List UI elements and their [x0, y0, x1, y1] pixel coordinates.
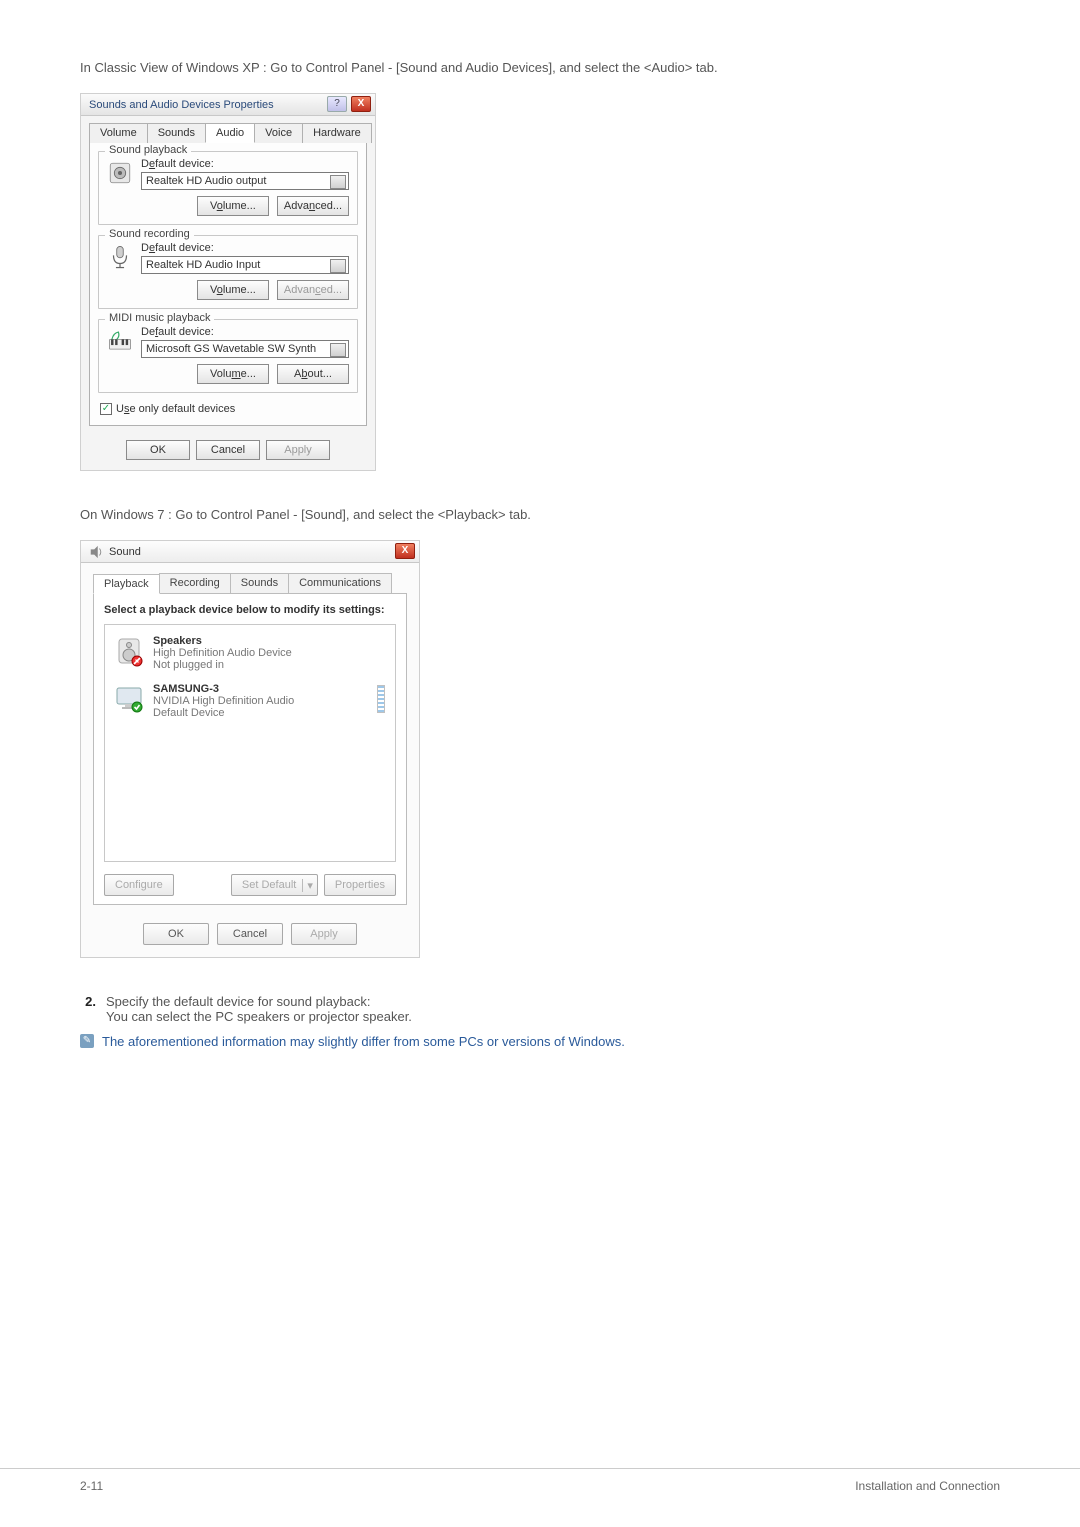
recording-advanced-button: Advanced...: [277, 280, 349, 300]
note-icon: ✎: [80, 1034, 94, 1048]
win7-dialog-titlebar[interactable]: Sound X: [81, 541, 419, 563]
xp-dialog-titlebar[interactable]: Sounds and Audio Devices Properties ? X: [81, 94, 375, 116]
midi-about-button[interactable]: About...: [277, 364, 349, 384]
ok-button[interactable]: OK: [126, 440, 190, 460]
recording-volume-button[interactable]: Volume...: [197, 280, 269, 300]
recording-default-label: Default device:: [141, 242, 349, 254]
midi-device-name: Microsoft GS Wavetable SW Synth: [146, 343, 316, 355]
midi-volume-button[interactable]: Volume...: [197, 364, 269, 384]
xp-dialog-title: Sounds and Audio Devices Properties: [89, 99, 274, 111]
tab-sounds[interactable]: Sounds: [147, 123, 206, 143]
recording-device-name: Realtek HD Audio Input: [146, 259, 260, 271]
playback-volume-button[interactable]: Volume...: [197, 196, 269, 216]
tab-voice[interactable]: Voice: [254, 123, 303, 143]
device-name: Speakers: [153, 635, 292, 647]
intro-win7: On Windows 7 : Go to Control Panel - [So…: [80, 507, 1000, 522]
note-text: The aforementioned information may sligh…: [102, 1034, 625, 1049]
playback-device-list[interactable]: Speakers High Definition Audio Device No…: [104, 624, 396, 862]
group-legend-recording: Sound recording: [105, 228, 194, 240]
section-title: Installation and Connection: [855, 1479, 1000, 1493]
sound-app-icon: [89, 545, 103, 559]
set-default-button: Set Default ▾: [231, 874, 318, 896]
tab-communications[interactable]: Communications: [288, 573, 392, 593]
configure-button: Configure: [104, 874, 174, 896]
level-meter-icon: [377, 685, 385, 713]
device-sub: High Definition Audio Device: [153, 647, 292, 659]
checkbox-icon[interactable]: ✓: [100, 403, 112, 415]
xp-dialog: Sounds and Audio Devices Properties ? X …: [80, 93, 376, 471]
win7-close-button[interactable]: X: [395, 543, 415, 559]
win7-ok-button[interactable]: OK: [143, 923, 209, 945]
step-line-2: You can select the PC speakers or projec…: [106, 1009, 1000, 1024]
group-midi-playback: MIDI music playback: [98, 319, 358, 393]
group-legend-midi: MIDI music playback: [105, 312, 214, 324]
tab-recording[interactable]: Recording: [159, 573, 231, 593]
tab-audio[interactable]: Audio: [205, 123, 255, 143]
midi-default-label: Default device:: [141, 326, 349, 338]
group-sound-playback: Sound playback Default device:: [98, 151, 358, 225]
win7-dialog-title: Sound: [109, 546, 141, 558]
use-only-default-label: Use only default devices: [116, 403, 235, 415]
win7-cancel-button[interactable]: Cancel: [217, 923, 283, 945]
tab-playback[interactable]: Playback: [93, 574, 160, 594]
speaker-device-icon: [113, 635, 145, 667]
group-legend-playback: Sound playback: [105, 144, 191, 156]
tab-volume[interactable]: Volume: [89, 123, 148, 143]
properties-button: Properties: [324, 874, 396, 896]
monitor-device-icon: [113, 683, 145, 715]
device-name: SAMSUNG-3: [153, 683, 294, 695]
close-button[interactable]: X: [351, 96, 371, 112]
help-button[interactable]: ?: [327, 96, 347, 112]
device-status: Default Device: [153, 707, 294, 719]
speaker-icon: [107, 160, 133, 186]
cancel-button[interactable]: Cancel: [196, 440, 260, 460]
playback-device-select[interactable]: Realtek HD Audio output: [141, 172, 349, 190]
apply-button: Apply: [266, 440, 330, 460]
tab-sounds7[interactable]: Sounds: [230, 573, 289, 593]
midi-keyboard-icon: [107, 328, 133, 354]
device-sub: NVIDIA High Definition Audio: [153, 695, 294, 707]
midi-device-select[interactable]: Microsoft GS Wavetable SW Synth: [141, 340, 349, 358]
playback-device-name: Realtek HD Audio output: [146, 175, 266, 187]
playback-hint: Select a playback device below to modify…: [104, 604, 396, 616]
win7-dialog: Sound X Playback Recording Sounds Commun…: [80, 540, 420, 958]
step-number: 2.: [80, 994, 96, 1024]
device-status: Not plugged in: [153, 659, 292, 671]
step-2: 2. Specify the default device for sound …: [80, 994, 1000, 1024]
chevron-down-icon: ▾: [302, 879, 313, 892]
note: ✎ The aforementioned information may sli…: [80, 1034, 1000, 1049]
page-footer: 2-11 Installation and Connection: [0, 1468, 1080, 1493]
use-only-default-checkbox-row[interactable]: ✓ Use only default devices: [100, 403, 358, 415]
playback-default-label: Default device:: [141, 158, 349, 170]
step-line-1: Specify the default device for sound pla…: [106, 994, 1000, 1009]
playback-advanced-button[interactable]: Advanced...: [277, 196, 349, 216]
intro-xp: In Classic View of Windows XP : Go to Co…: [80, 60, 1000, 75]
group-sound-recording: Sound recording Default device:: [98, 235, 358, 309]
win7-apply-button: Apply: [291, 923, 357, 945]
list-item[interactable]: SAMSUNG-3 NVIDIA High Definition Audio D…: [109, 677, 391, 725]
recording-device-select[interactable]: Realtek HD Audio Input: [141, 256, 349, 274]
microphone-icon: [107, 244, 133, 270]
list-item[interactable]: Speakers High Definition Audio Device No…: [109, 629, 391, 677]
tab-hardware[interactable]: Hardware: [302, 123, 372, 143]
page-number: 2-11: [80, 1479, 103, 1493]
